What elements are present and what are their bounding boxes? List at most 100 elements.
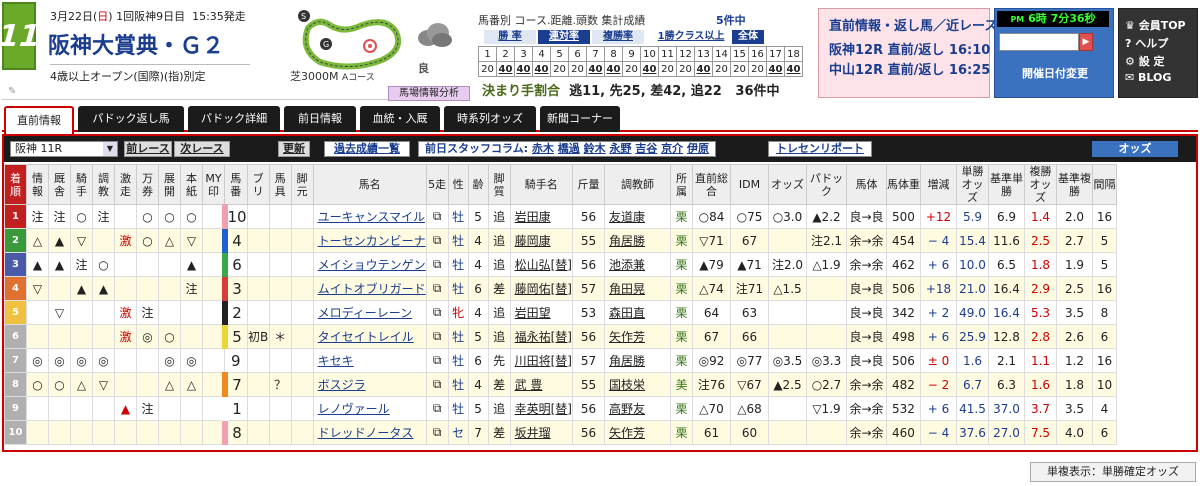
age-cell: 5 (467, 396, 489, 421)
trainer-link[interactable]: 森田直 (603, 300, 671, 325)
mark-cell: 注 (136, 300, 159, 325)
news-title-link[interactable]: 直前情報・返し馬／近レース (829, 15, 997, 34)
trainer-link[interactable]: 矢作芳 (603, 420, 671, 445)
staff-link[interactable]: 赤木 (532, 142, 554, 155)
trainer-link[interactable]: 矢作芳 (603, 324, 671, 349)
odds-button[interactable]: オッズ (1092, 141, 1178, 157)
jockey-link[interactable]: 岩田望 (509, 300, 573, 325)
table-row[interactable]: 9 ▲ 注 1 レノヴァール ⧉ 牡 5 追幸英明[替] 56 高野友栗 △70 △68 ▽1.9 余→余 5… (4, 396, 1117, 421)
tab-newspaper[interactable]: 新聞コーナー (540, 106, 620, 132)
style-cell: 追 (487, 204, 511, 229)
table-row[interactable]: 4 ▽ ▲ ▲ 注 3 ムイトオブリガード ⧉ 牡 6 差藤岡佑[替] 57 角田晃栗 △74 注71 △1.… (4, 276, 1117, 301)
tab-direct-info[interactable]: 直前情報 (4, 106, 74, 134)
jockey-link[interactable]: 坂井瑠 (509, 420, 573, 445)
staff-link[interactable]: 鈴木 (584, 142, 606, 155)
idm-cell: 60 (729, 420, 769, 445)
mark-cell (70, 300, 93, 325)
trecen-report-button[interactable]: トレセンリポート (768, 141, 872, 157)
horse-name-link[interactable]: トーセンカンビーナ (312, 228, 427, 253)
search-icon[interactable]: ▶ (1079, 33, 1093, 51)
past-results-button[interactable]: 過去成績一覧 (324, 141, 410, 157)
horse-name-link[interactable]: ユーキャンスマイル (312, 204, 427, 229)
next-race-button[interactable]: 次レース (174, 141, 230, 157)
menu-help[interactable]: ? ヘルプ (1125, 35, 1168, 51)
horse-name-link[interactable]: タイセイトレイル (312, 324, 427, 349)
horse-name-link[interactable]: メイショウテンゲン (312, 252, 427, 277)
tab-paddock-detail[interactable]: パドック詳細 (188, 106, 280, 132)
jockey-link[interactable]: 松山弘[替] (509, 252, 573, 277)
mark-cell (92, 396, 115, 421)
table-row[interactable]: 6 激 ◎ ○ 5 初B ＊タイセイトレイル ⧉ 牡 5 追福永祐[替] 56 矢作芳栗 67 66 良→良 4… (4, 324, 1117, 349)
trainer-link[interactable]: 国枝栄 (603, 372, 671, 397)
horse-name-link[interactable]: ムイトオブリガード (312, 276, 427, 301)
trainer-link[interactable]: 角居勝 (603, 348, 671, 373)
trainer-link[interactable]: 友道康 (603, 204, 671, 229)
menu-settings[interactable]: ⚙ 設 定 (1125, 53, 1165, 69)
table-row[interactable]: 2 △ ▲ ▽ 激 ○ △ ▽ 4 トーセンカンビーナ ⧉ 牡 4 追藤岡康 55 角居勝栗 ▽71 67 注2.1… (4, 228, 1117, 253)
trainer-link[interactable]: 池添兼 (603, 252, 671, 277)
table-row[interactable]: 1 注注 ○ 注 ○ ○ ○ 10 ユーキャンスマイル ⧉ 牡 5 追岩田康 56 友道康栗 ○84 ○75 ○3… (4, 204, 1117, 229)
tab-odds-timeline[interactable]: 時系列オッズ (444, 106, 536, 132)
odds-mark (767, 396, 807, 421)
jockey-link[interactable]: 福永祐[替] (509, 324, 573, 349)
staff-link[interactable]: 吉谷 (635, 142, 657, 155)
table-row[interactable]: 10 8 ドレッドノータス ⧉ セ 7 差坂井瑠 56 矢作芳栗 61 60 余→余 460− 4 37.… (4, 420, 1117, 445)
news-link-hanshin12[interactable]: 阪神12R 直前/返し 16:10 (829, 39, 990, 58)
update-button[interactable]: 更新 (278, 141, 310, 157)
mark-cell (202, 420, 225, 445)
trainer-link[interactable]: 角田晃 (603, 276, 671, 301)
base-place: 4.0 (1055, 420, 1093, 445)
menu-blog[interactable]: ✉ BLOG (1125, 71, 1171, 84)
prev-race-button[interactable]: 前レース (124, 141, 172, 157)
jockey-link[interactable]: 武 豊 (509, 372, 573, 397)
menu-member-top[interactable]: ♛ 会員TOP (1125, 17, 1186, 33)
tab-place-rate[interactable]: 複勝率 (592, 30, 644, 44)
base-win: 6.9 (987, 204, 1025, 229)
table-row[interactable]: 8 ○ ○ △ ▽ △ △ 7？ボスジラ ⧉ 牡 4 差武 豊 55 国枝栄美注76 ▽67 ▲2.5 ○2.7… (4, 372, 1117, 397)
tab-exacta-rate[interactable]: 連対率 (538, 30, 590, 44)
horse-name-link[interactable]: メロディーレーン (312, 300, 427, 325)
place-odds: 2.9 (1023, 276, 1057, 301)
total-score: ◎92 (691, 348, 731, 373)
stats-cell: 20 (730, 61, 749, 77)
date-input[interactable] (999, 33, 1079, 51)
column-header: 調教師 (603, 164, 671, 205)
table-row[interactable]: 3 ▲ ▲ 注 ○ ▲ 6 メイショウテンゲン ⧉ 牡 4 追松山弘[替] 56 池添兼栗 ▲79 ▲71 注2… (4, 252, 1117, 277)
style-cell: 追 (487, 396, 511, 421)
weight-change: − 4 (919, 420, 957, 445)
horse-name-link[interactable]: キセキ (312, 348, 427, 373)
staff-link[interactable]: 橋過 (558, 142, 580, 155)
date-change-button[interactable]: 開催日付変更 (999, 65, 1111, 81)
tab-win-rate[interactable]: 勝 率 (484, 30, 536, 44)
staff-link[interactable]: 伊原 (687, 142, 709, 155)
tab-prev-day[interactable]: 前日情報 (284, 106, 356, 132)
mark-cell (92, 228, 115, 253)
trainer-link[interactable]: 角居勝 (603, 228, 671, 253)
news-link-nakayama12[interactable]: 中山12R 直前/返し 16:25 (829, 59, 990, 78)
horse-name-link[interactable]: ドレッドノータス (312, 420, 427, 445)
trainer-link[interactable]: 高野友 (603, 396, 671, 421)
place-odds: 1.8 (1023, 252, 1057, 277)
table-row[interactable]: 7 ◎ ◎ ◎ ◎ ◎ ◎ 9 キセキ ⧉ 牡 6 先川田将[替] 57 角居勝栗 ◎92 ◎77 ◎3.5 ◎3.… (4, 348, 1117, 373)
horse-name-link[interactable]: ボスジラ (312, 372, 427, 397)
race-select[interactable]: 阪神 11R ▼ (10, 141, 118, 157)
track-analysis-button[interactable]: 馬場情報分析 (388, 86, 470, 101)
staff-link[interactable]: 京介 (661, 142, 683, 155)
tab-paddock-warmup[interactable]: パドック返し馬 (78, 106, 184, 132)
table-row[interactable]: 5 ▽ 激注 2 メロディーレーン ⧉ 牝 4 追岩田望 53 森田直栗 64 63 良→良 342 + 24… (4, 300, 1117, 325)
jockey-link[interactable]: 幸英明[替] (509, 396, 573, 421)
stats-cell: 12 (676, 46, 695, 62)
jockey-link[interactable]: 藤岡佑[替] (509, 276, 573, 301)
mark-cell (136, 420, 159, 445)
tab-class-filter[interactable]: 1勝クラス以上 (654, 30, 728, 44)
horse-name-link[interactable]: レノヴァール (312, 396, 427, 421)
staff-link[interactable]: 永野 (609, 142, 631, 155)
column-header: IDM (729, 164, 769, 205)
memo-bar[interactable]: ✎ (2, 86, 388, 100)
jockey-link[interactable]: 川田将[替] (509, 348, 573, 373)
tab-pedigree[interactable]: 血統・入厩 (360, 106, 440, 132)
jockey-link[interactable]: 岩田康 (509, 204, 573, 229)
jockey-link[interactable]: 藤岡康 (509, 228, 573, 253)
sex-cell: 牡 (447, 228, 469, 253)
tab-all[interactable]: 全体 (732, 30, 764, 44)
